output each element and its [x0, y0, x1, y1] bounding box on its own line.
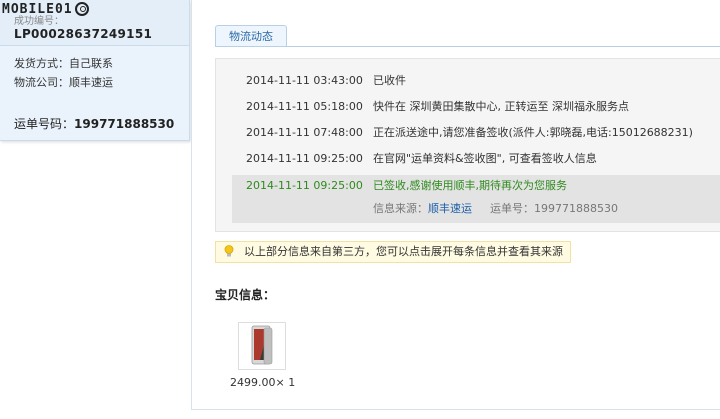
timeline-row-latest[interactable]: 2014-11-11 09:25:00 已签收,感谢使用顺丰,期待再次为您服务: [216, 176, 720, 196]
logistics-timeline: 2014-11-11 03:43:00 已收件 2014-11-11 05:18…: [215, 58, 720, 232]
event-time: 2014-11-11 03:43:00: [246, 74, 363, 87]
lightbulb-icon: [224, 245, 234, 257]
product-thumbnail[interactable]: [238, 322, 286, 370]
source-label: 信息来源：: [373, 202, 428, 215]
event-message: 已签收,感谢使用顺丰,期待再次为您服务: [373, 179, 567, 192]
ship-method: 发货方式：自己联系: [14, 57, 113, 70]
source-link[interactable]: 顺丰速运: [428, 202, 472, 215]
event-message: 正在派送途中,请您准备签收(派件人:郭晓磊,电话:15012688231): [373, 126, 693, 139]
logistics-main-panel: 物流动态 2014-11-11 03:43:00 已收件 2014-11-11 …: [191, 0, 720, 410]
event-message: 已收件: [373, 74, 406, 87]
tracking-number: 199771888530: [74, 117, 175, 131]
event-source: 信息来源：顺丰速运 运单号：199771888530: [373, 200, 618, 216]
tracking-number-line: 运单号码：199771888530: [14, 115, 174, 132]
product-section-title: 宝贝信息：: [215, 288, 276, 302]
order-info-panel: 成功编号： MOBILE01 LP00028637249151 发货方式：自己联…: [0, 0, 190, 141]
event-message: 在官网"运单资料&签收图", 可查看签收人信息: [373, 152, 597, 165]
notice-text: 以上部分信息来自第三方，您可以点击展开每条信息并查看其来源: [244, 245, 563, 258]
third-party-notice: 以上部分信息来自第三方，您可以点击展开每条信息并查看其来源: [215, 241, 571, 263]
order-header: 成功编号： MOBILE01 LP00028637249151: [0, 0, 189, 46]
timeline-row[interactable]: 2014-11-11 05:18:00 快件在 深圳黄田集散中心, 正转运至 深…: [216, 97, 720, 117]
carrier: 物流公司：顺丰速运: [14, 76, 113, 89]
timeline-row[interactable]: 2014-11-11 07:48:00 正在派送途中,请您准备签收(派件人:郭晓…: [216, 123, 720, 143]
event-time: 2014-11-11 09:25:00: [246, 179, 363, 192]
timeline-row[interactable]: 2014-11-11 03:43:00 已收件: [216, 71, 720, 91]
event-time: 2014-11-11 07:48:00: [246, 126, 363, 139]
watermark-text: MOBILE01: [2, 2, 73, 17]
phone-image-icon: [251, 325, 273, 365]
product-price-quantity: 2499.00× 1: [230, 376, 296, 389]
order-number: LP00028637249151: [14, 27, 153, 41]
event-message: 快件在 深圳黄田集散中心, 正转运至 深圳福永服务点: [373, 100, 629, 113]
source-waybill: 运单号：199771888530: [490, 202, 618, 215]
mobile01-watermark: MOBILE01: [2, 2, 89, 17]
event-time: 2014-11-11 09:25:00: [246, 152, 363, 165]
tab-logistics[interactable]: 物流动态: [215, 25, 287, 47]
event-time: 2014-11-11 05:18:00: [246, 100, 363, 113]
timeline-row[interactable]: 2014-11-11 09:25:00 在官网"运单资料&签收图", 可查看签收…: [216, 149, 720, 169]
tracking-label: 运单号码：: [14, 117, 75, 131]
tab-divider: [215, 46, 720, 47]
watermark-logo-icon: [74, 2, 89, 16]
